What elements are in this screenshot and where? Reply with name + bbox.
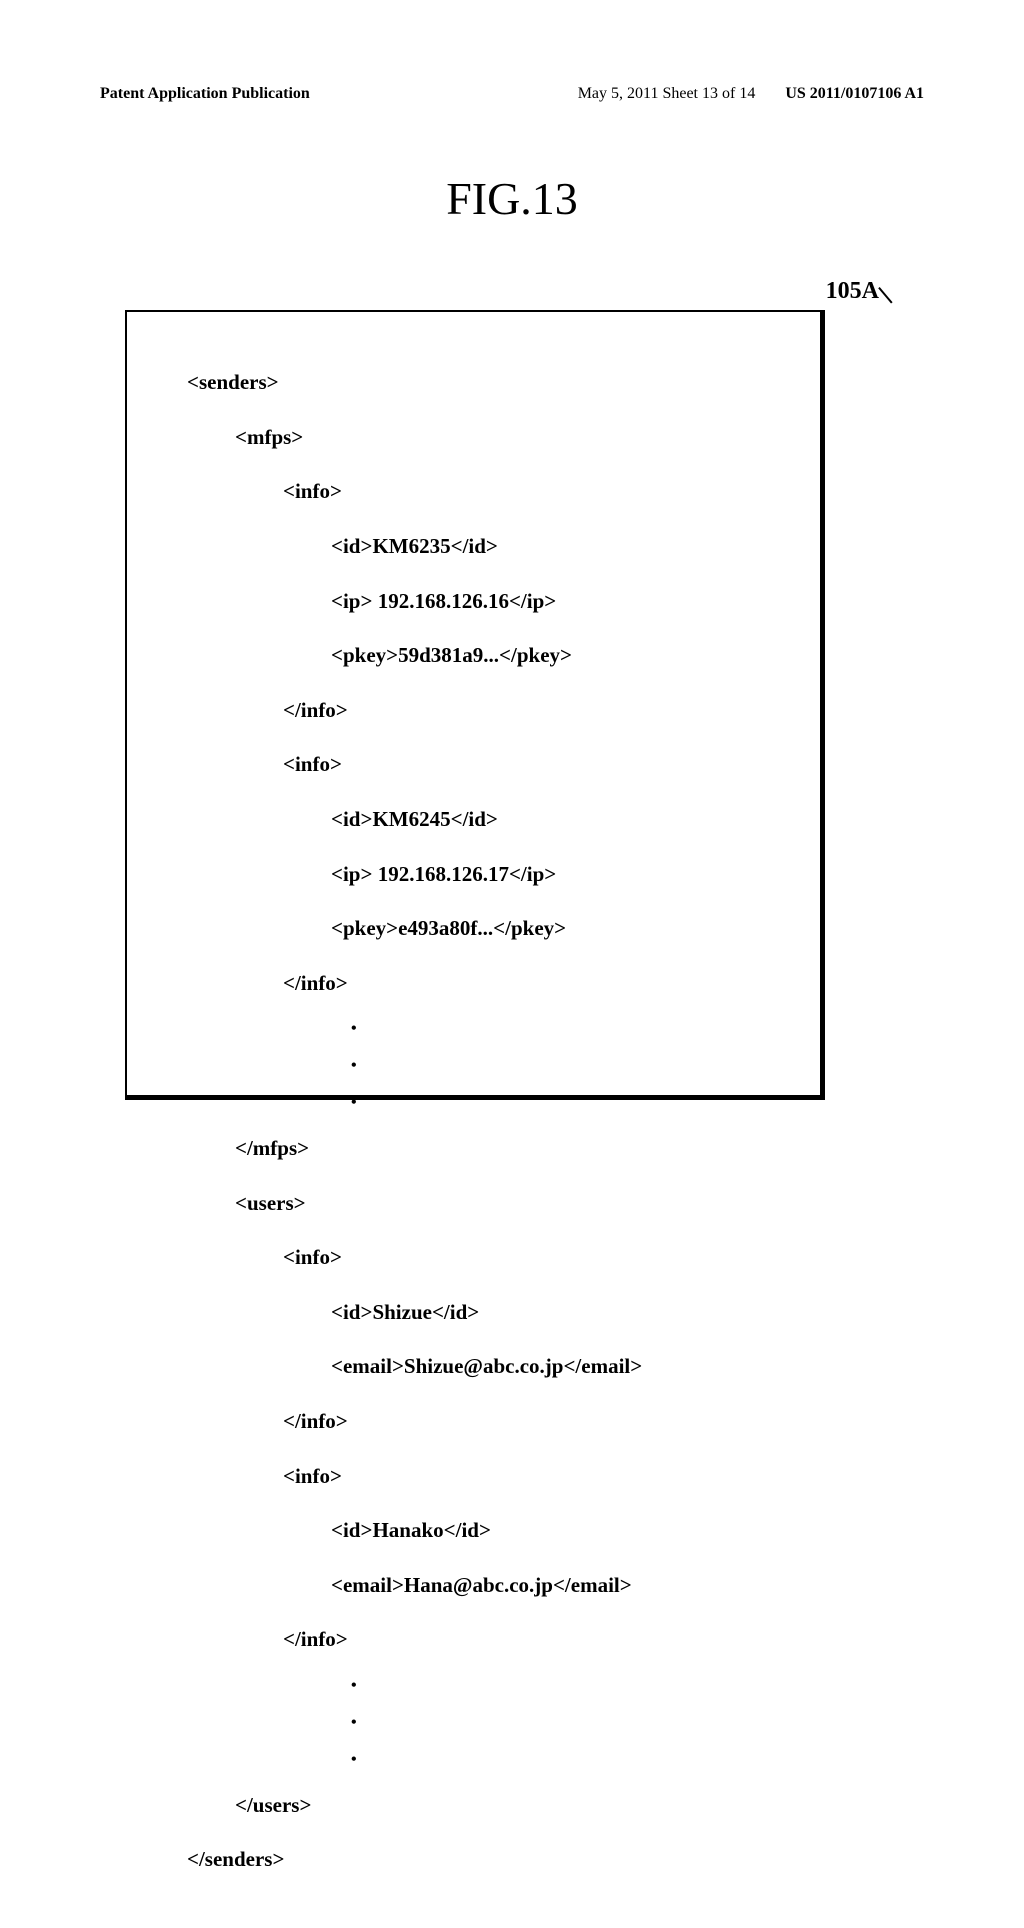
xml-line: </info>: [187, 970, 790, 997]
xml-line: <info>: [187, 751, 790, 778]
ellipsis-dot: •: [187, 1098, 790, 1108]
xml-line: <id>KM6245</id>: [187, 806, 790, 833]
xml-line: <pkey>e493a80f...</pkey>: [187, 915, 790, 942]
xml-line: <senders>: [187, 369, 790, 396]
xml-content: <senders> <mfps> <info> <id>KM6235</id> …: [187, 342, 790, 1928]
reference-numeral: 105A: [826, 278, 879, 305]
page-header: Patent Application Publication May 5, 20…: [0, 85, 1024, 103]
xml-line: </senders>: [187, 1846, 790, 1873]
xml-line: <info>: [187, 1463, 790, 1490]
xml-line: <users>: [187, 1190, 790, 1217]
figure-title: FIG.13: [0, 172, 1024, 225]
xml-line: <ip> 192.168.126.16</ip>: [187, 588, 790, 615]
header-publication-type: Patent Application Publication: [100, 85, 578, 103]
ellipsis-dot: •: [187, 1681, 790, 1691]
ellipsis-dot: •: [187, 1061, 790, 1071]
xml-line: </info>: [187, 1626, 790, 1653]
leader-line: [879, 287, 893, 303]
header-date-sheet: May 5, 2011 Sheet 13 of 14: [578, 85, 786, 103]
xml-line: <pkey>59d381a9...</pkey>: [187, 642, 790, 669]
ellipsis-dot: •: [187, 1755, 790, 1765]
xml-line: </mfps>: [187, 1135, 790, 1162]
xml-line: </users>: [187, 1792, 790, 1819]
xml-line: </info>: [187, 697, 790, 724]
xml-listing-box: <senders> <mfps> <info> <id>KM6235</id> …: [125, 310, 825, 1100]
ellipsis-dot: •: [187, 1024, 790, 1034]
xml-line: <id>Shizue</id>: [187, 1299, 790, 1326]
xml-line: <mfps>: [187, 424, 790, 451]
xml-line: <id>KM6235</id>: [187, 533, 790, 560]
xml-line: <id>Hanako</id>: [187, 1517, 790, 1544]
xml-line: <info>: [187, 1244, 790, 1271]
header-publication-number: US 2011/0107106 A1: [785, 85, 924, 103]
xml-line: <info>: [187, 478, 790, 505]
xml-line: <email>Shizue@abc.co.jp</email>: [187, 1353, 790, 1380]
xml-line: <ip> 192.168.126.17</ip>: [187, 861, 790, 888]
ellipsis-dot: •: [187, 1718, 790, 1728]
xml-line: </info>: [187, 1408, 790, 1435]
xml-line: <email>Hana@abc.co.jp</email>: [187, 1572, 790, 1599]
